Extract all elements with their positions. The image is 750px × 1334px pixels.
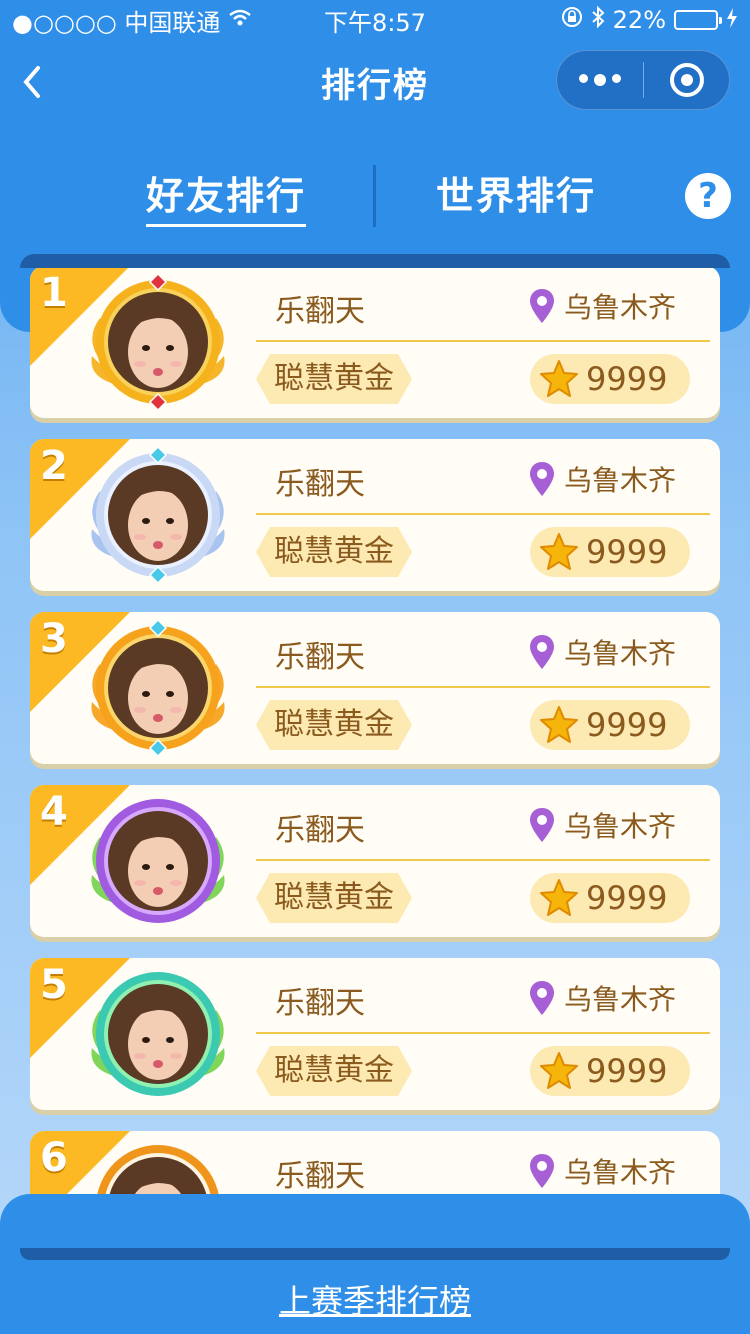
location-label: 乌鲁木齐 [564, 637, 677, 670]
leaderboard-card-rank-4[interactable]: 4 乐翻天 乌鲁木齐 聪慧黄金 9999 [30, 785, 720, 937]
bluetooth-icon [591, 5, 605, 34]
carrier-label: ●○○○○ 中国联通 [12, 8, 221, 37]
location-pin-icon [530, 1154, 554, 1188]
status-bar: ●○○○○ 中国联通 下午8:57 22% [0, 0, 750, 40]
star-icon [540, 706, 578, 743]
leaderboard-card-rank-2[interactable]: 2 乐翻天 乌鲁木齐 聪慧黄金 9999 [30, 439, 720, 591]
tab-world[interactable]: 世界排行 [436, 165, 596, 220]
avatar[interactable] [78, 964, 238, 1104]
tab-divider [373, 165, 376, 227]
score-value: 9999 [586, 879, 668, 917]
leaderboard-card-rank-3[interactable]: 3 乐翻天 乌鲁木齐 聪慧黄金 9999 [30, 612, 720, 764]
location: 乌鲁木齐 [528, 459, 676, 499]
rank-number: 2 [40, 443, 68, 489]
location-pin-icon [530, 981, 554, 1015]
avatar-frame [91, 799, 225, 923]
help-button[interactable]: ? [685, 173, 731, 219]
star-icon [540, 533, 578, 570]
divider [256, 340, 710, 342]
player-name: 乐翻天 [275, 986, 365, 1021]
score-value: 9999 [586, 360, 668, 398]
score-pill: 9999 [530, 527, 690, 577]
location: 乌鲁木齐 [528, 632, 676, 672]
rank-number: 4 [40, 789, 68, 835]
star-icon [540, 879, 578, 916]
location-label: 乌鲁木齐 [564, 464, 677, 497]
location-pin-icon [530, 808, 554, 842]
footer-bar [20, 1248, 730, 1260]
avatar-frame [91, 618, 225, 758]
player-name: 乐翻天 [275, 1159, 365, 1194]
divider [256, 686, 710, 688]
player-name: 乐翻天 [275, 640, 365, 675]
battery-icon [674, 10, 722, 30]
avatar-frame [91, 972, 225, 1096]
mini-program-capsule [556, 50, 730, 110]
location-pin-icon [530, 635, 554, 669]
charging-icon [726, 6, 738, 34]
location-pin-icon [530, 289, 554, 323]
location: 乌鲁木齐 [528, 805, 676, 845]
rank-number: 1 [40, 270, 68, 316]
score-value: 9999 [586, 533, 668, 571]
carrier-info: ●○○○○ 中国联通 [12, 3, 272, 38]
rank-number: 5 [40, 962, 68, 1008]
avatar[interactable] [78, 618, 238, 758]
clock: 下午8:57 [324, 8, 426, 37]
location: 乌鲁木齐 [528, 978, 676, 1018]
location-label: 乌鲁木齐 [564, 810, 677, 843]
tab-friends[interactable]: 好友排行 [146, 165, 307, 227]
divider [256, 513, 710, 515]
avatar-frame [91, 445, 225, 585]
battery-percent: 22% [612, 6, 666, 34]
player-name: 乐翻天 [275, 467, 365, 502]
rank-number: 3 [40, 616, 68, 662]
last-season-leaderboard-link[interactable]: 上赛季排行榜 [0, 1276, 750, 1322]
location: 乌鲁木齐 [528, 286, 676, 326]
location: 乌鲁木齐 [528, 1151, 676, 1191]
tier-badge: 聪慧黄金 [256, 873, 412, 923]
player-name: 乐翻天 [275, 813, 365, 848]
more-button[interactable] [557, 74, 643, 86]
target-close-icon [669, 63, 704, 97]
divider [256, 859, 710, 861]
status-right: 22% [478, 5, 738, 34]
location-pin-icon [530, 462, 554, 496]
star-icon [540, 360, 578, 397]
score-pill: 9999 [530, 1046, 690, 1096]
avatar[interactable] [78, 272, 238, 412]
close-button[interactable] [644, 63, 729, 97]
tier-badge: 聪慧黄金 [256, 1046, 412, 1096]
leaderboard-card-rank-1[interactable]: 1 乐翻天 乌鲁木齐 聪慧黄金 9999 [30, 266, 720, 418]
score-pill: 9999 [530, 354, 690, 404]
score-value: 9999 [586, 706, 668, 744]
orientation-lock-icon [561, 6, 583, 34]
score-pill: 9999 [530, 700, 690, 750]
divider [256, 1032, 710, 1034]
score-value: 9999 [586, 1052, 668, 1090]
rank-number: 6 [40, 1135, 68, 1181]
leaderboard-card-rank-5[interactable]: 5 乐翻天 乌鲁木齐 聪慧黄金 9999 [30, 958, 720, 1110]
tab-bar: 好友排行 世界排行 [0, 165, 750, 235]
score-pill: 9999 [530, 873, 690, 923]
tier-badge: 聪慧黄金 [256, 527, 412, 577]
location-label: 乌鲁木齐 [564, 291, 677, 324]
avatar[interactable] [78, 791, 238, 931]
avatar-frame [91, 272, 225, 412]
player-name: 乐翻天 [275, 294, 365, 329]
location-label: 乌鲁木齐 [564, 983, 677, 1016]
star-icon [540, 1052, 578, 1089]
location-label: 乌鲁木齐 [564, 1156, 677, 1189]
avatar[interactable] [78, 445, 238, 585]
tier-badge: 聪慧黄金 [256, 700, 412, 750]
wifi-icon [228, 6, 252, 34]
leaderboard-list[interactable]: 1 乐翻天 乌鲁木齐 聪慧黄金 9999 2 乐翻天 乌鲁木齐 聪慧黄金 999… [20, 254, 730, 1254]
tier-badge: 聪慧黄金 [256, 354, 412, 404]
